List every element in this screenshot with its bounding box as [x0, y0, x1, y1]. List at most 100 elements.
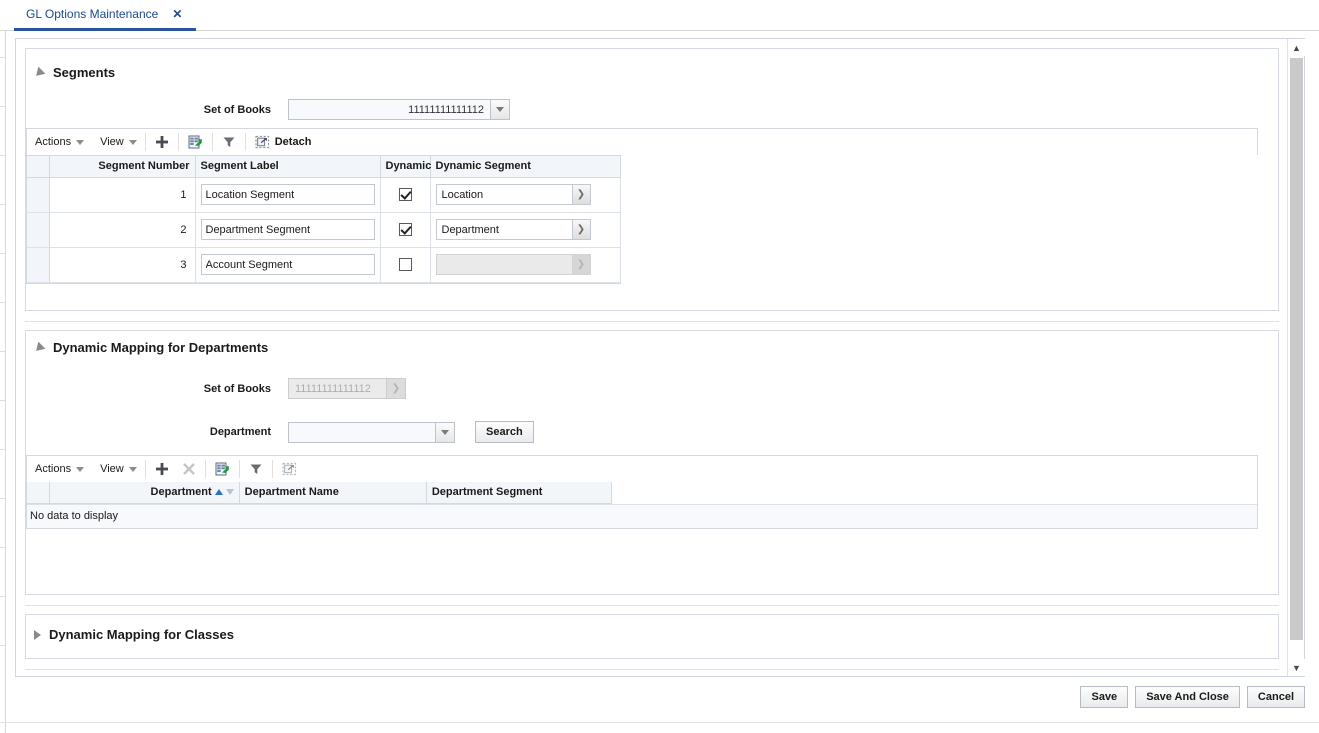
delete-icon	[182, 463, 195, 475]
chevron-down-icon: ❯	[576, 258, 586, 270]
dynamic-segment-value: Location	[441, 188, 484, 201]
vertical-scrollbar[interactable]: ▲ ▼	[1287, 39, 1305, 676]
departments-filter-button[interactable]	[240, 456, 272, 482]
chevron-down-icon	[128, 139, 137, 145]
set-of-books-lov[interactable]: 11111111111112	[288, 99, 510, 120]
segments-view-menu[interactable]: View	[92, 129, 145, 155]
search-button[interactable]: Search	[475, 421, 534, 443]
segments-filter-button[interactable]	[213, 129, 245, 155]
segments-export-button[interactable]	[179, 129, 212, 155]
detach-icon	[282, 462, 296, 476]
set-of-books-label: Set of Books	[203, 103, 271, 116]
departments-view-menu[interactable]: View	[92, 456, 145, 482]
scrollbar-thumb[interactable]	[1290, 58, 1303, 640]
dynamic-checkbox[interactable]	[398, 258, 412, 271]
row-selector-cell[interactable]	[27, 177, 50, 213]
cell-dynamic	[380, 212, 431, 248]
chevron-down-icon	[496, 107, 504, 112]
dynamic-segment-value	[437, 255, 572, 274]
footer-buttons: Save Save And Close Cancel	[15, 686, 1305, 716]
departments-header[interactable]: Dynamic Mapping for Departments	[26, 340, 268, 355]
scroll-down-icon[interactable]: ▼	[1288, 659, 1305, 676]
segments-header[interactable]: Segments	[26, 65, 115, 80]
departments-grid: Department Department Name Department Se…	[26, 482, 1258, 529]
col-segment-number[interactable]: Segment Number	[49, 156, 196, 178]
save-button[interactable]: Save	[1080, 686, 1129, 708]
segment-label-input[interactable]	[200, 219, 375, 240]
dynamic-segment-dropdown-button[interactable]: ❯	[571, 185, 590, 204]
classes-title: Dynamic Mapping for Classes	[49, 627, 234, 642]
row-selector-header	[27, 482, 50, 504]
scroll-up-icon[interactable]: ▲	[1288, 39, 1305, 56]
cell-segment-label	[195, 177, 381, 213]
cell-dynamic	[380, 247, 431, 283]
disclosure-open-icon[interactable]	[32, 66, 46, 79]
export-to-excel-icon	[215, 462, 229, 475]
disclosure-closed-icon[interactable]	[34, 629, 41, 640]
filter-icon	[223, 137, 235, 147]
dynamic-checkbox[interactable]	[398, 188, 412, 201]
departments-detach-button[interactable]	[273, 456, 306, 482]
segments-toolbar: Actions View Detach	[26, 128, 1258, 155]
view-label: View	[100, 463, 124, 475]
sort-ascending-icon[interactable]	[214, 489, 223, 496]
departments-grid-wrap: Actions View Department Department Name …	[26, 455, 1258, 529]
dept-set-of-books-value: 11111111111112	[295, 382, 371, 395]
add-icon	[155, 136, 168, 148]
table-row[interactable]: 1 Location Segment Location ❯	[27, 177, 621, 213]
segments-table-body: 1 Location Segment Location ❯ 2 Departme…	[27, 177, 621, 283]
col-department-name[interactable]: Department Name	[239, 482, 427, 504]
dynamic-segment-dropdown-button[interactable]: ❯	[571, 220, 590, 239]
close-icon[interactable]: ✕	[172, 8, 182, 20]
set-of-books-dropdown-button[interactable]	[490, 100, 509, 119]
dynamic-checkbox[interactable]	[398, 223, 412, 236]
department-lov[interactable]	[288, 421, 455, 443]
segments-grid: Segment Number Segment Label Dynamic Dyn…	[26, 155, 621, 284]
departments-add-button[interactable]	[146, 456, 178, 482]
disclosure-open-icon[interactable]	[32, 341, 46, 354]
col-department-label: Department	[150, 486, 212, 499]
row-selector-cell[interactable]	[27, 212, 50, 248]
department-value[interactable]	[289, 423, 435, 442]
classes-header[interactable]: Dynamic Mapping for Classes	[26, 627, 234, 642]
segments-detach-button[interactable]: Detach	[246, 129, 321, 155]
cell-dynamic-segment: ❯	[430, 247, 621, 283]
table-row[interactable]: 2 Department Segment Department ❯	[27, 212, 621, 248]
set-of-books-value[interactable]: 11111111111112	[289, 100, 490, 119]
panel-separator	[25, 669, 1279, 670]
segments-actions-menu[interactable]: Actions	[27, 129, 92, 155]
left-edge-panel-sliver	[0, 31, 6, 733]
departments-actions-menu[interactable]: Actions	[27, 456, 92, 482]
detach-icon	[255, 135, 269, 149]
col-department[interactable]: Department	[49, 482, 240, 504]
segments-add-button[interactable]	[146, 129, 178, 155]
sort-descending-icon[interactable]	[225, 489, 234, 496]
chevron-down-icon	[76, 466, 85, 472]
export-to-excel-icon	[188, 135, 202, 148]
form-scroll-region: Segments Set of Books 11111111111112 Act…	[16, 39, 1288, 676]
department-dropdown-button[interactable]	[435, 422, 454, 442]
save-and-close-button[interactable]: Save And Close	[1135, 686, 1240, 708]
filter-icon	[250, 464, 262, 474]
cell-segment-number: 3	[49, 247, 196, 283]
col-department-segment[interactable]: Department Segment	[426, 482, 613, 504]
tab-gl-options-maintenance[interactable]: GL Options Maintenance ✕	[14, 0, 197, 31]
cell-segment-label	[195, 247, 381, 283]
segment-label-input[interactable]	[200, 254, 375, 275]
col-dynamic[interactable]: Dynamic	[380, 156, 431, 178]
segments-panel: Segments Set of Books 11111111111112 Act…	[25, 48, 1279, 311]
cell-dynamic-segment: Department ❯	[430, 212, 621, 248]
add-icon	[155, 463, 168, 475]
table-row[interactable]: 3 Account Segment ❯	[27, 247, 621, 283]
col-segment-label[interactable]: Segment Label	[195, 156, 381, 178]
dynamic-segment-select[interactable]: Department ❯	[435, 219, 591, 240]
row-selector-cell[interactable]	[27, 247, 50, 283]
cancel-button[interactable]: Cancel	[1246, 686, 1305, 708]
col-dynamic-segment[interactable]: Dynamic Segment	[430, 156, 621, 178]
chevron-down-icon	[128, 466, 137, 472]
table-header-row: Department Department Name Department Se…	[27, 482, 613, 504]
cell-segment-number: 1	[49, 177, 196, 213]
dynamic-segment-select[interactable]: Location ❯	[435, 184, 591, 205]
departments-export-button[interactable]	[206, 456, 239, 482]
segment-label-input[interactable]	[200, 184, 375, 205]
